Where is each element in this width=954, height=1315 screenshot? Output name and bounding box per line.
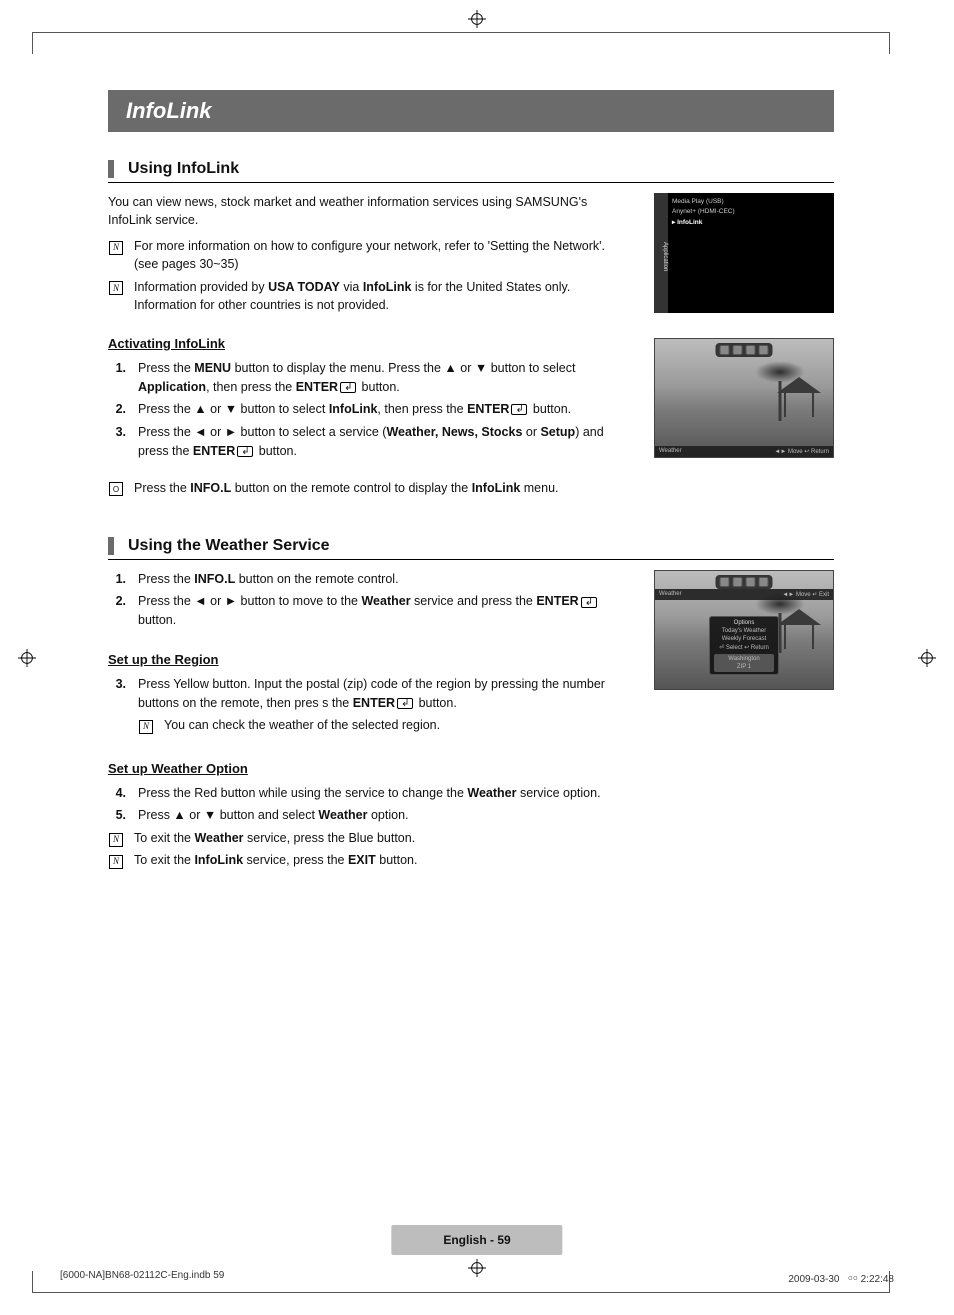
step-row: 1. Press the MENU button to display the … [108, 359, 626, 397]
note-icon: N [109, 833, 123, 847]
osd-options-item: Today's Weather [714, 627, 774, 635]
option-steps: 4. Press the Red button while using the … [108, 784, 626, 826]
step-row: 3. Press the ◄ or ► button to select a s… [108, 423, 626, 461]
registration-mark-icon [468, 10, 486, 28]
osd-zip-box: Washington ZIP 1 [714, 654, 774, 672]
crop-mark [32, 32, 33, 54]
note-icon: N [109, 855, 123, 869]
step-row: 2. Press the ▲ or ▼ button to select Inf… [108, 400, 626, 419]
note-icon: N [109, 241, 123, 255]
doc-footer-datetime: 2009-03-30 ￮￮ 2:22:48 [788, 1270, 894, 1285]
note-usa-today: N Information provided by USA TODAY via … [108, 278, 626, 314]
note-exit-weather: N To exit the Weather service, press the… [108, 829, 626, 847]
doc-footer-filename: [6000-NA]BN68-02112C-Eng.indb 59 [60, 1270, 224, 1285]
osd-menu-list: Media Play (USB) Anynet+ (HDMI-CEC) ▸ In… [672, 197, 830, 228]
crop-mark [889, 32, 890, 54]
activating-steps: 1. Press the MENU button to display the … [108, 359, 626, 461]
subheading-region: Set up the Region [108, 652, 626, 667]
osd-options-header: Options [714, 619, 774, 627]
osd-footer: Weather ◄► Move ↵ Exit [655, 589, 833, 600]
osd-menu-item: Media Play (USB) [672, 197, 830, 207]
intro-paragraph: You can view news, stock market and weat… [108, 193, 626, 229]
osd-options-item: Weekly Forecast [714, 635, 774, 643]
step-row: 4. Press the Red button while using the … [108, 784, 626, 803]
weather-steps: 1. Press the INFO.L button on the remote… [108, 570, 626, 630]
step-text: Press the ◄ or ► button to select a serv… [138, 423, 626, 461]
note-icon: N [139, 720, 153, 734]
document-footer: [6000-NA]BN68-02112C-Eng.indb 59 2009-03… [60, 1270, 894, 1285]
subheading-weather-option: Set up Weather Option [108, 761, 626, 776]
note-network: N For more information on how to configu… [108, 237, 626, 273]
step-text: Press ▲ or ▼ button and select Weather o… [138, 806, 626, 825]
osd-options-popup: Options Today's Weather Weekly Forecast … [709, 616, 779, 675]
osd-footer-left: Weather [659, 591, 682, 598]
region-steps: 3. Press Yellow button. Input the postal… [108, 675, 626, 739]
step-number: 4. [108, 784, 126, 803]
step-number: 5. [108, 806, 126, 825]
note-text: For more information on how to configure… [134, 237, 626, 273]
note-text: To exit the InfoLink service, press the … [134, 851, 417, 869]
remote-tip-text: Press the INFO.L button on the remote co… [134, 479, 559, 497]
crop-mark [32, 32, 890, 33]
step-text: Press Yellow button. Input the postal (z… [138, 675, 626, 739]
heading-accent [108, 160, 114, 178]
enter-icon [397, 698, 413, 709]
step-row: 2. Press the ◄ or ► button to move to th… [108, 592, 626, 630]
osd-screenshot-infolink-services: Weather ◄► Move ↩ Return [654, 338, 834, 458]
enter-icon [581, 597, 597, 608]
remote-icon: O [109, 482, 123, 496]
section-heading-weather-service: Using the Weather Service [108, 537, 834, 560]
subheading-activating: Activating InfoLink [108, 336, 626, 351]
osd-footer-right: ◄► Move ↩ Return [774, 448, 829, 455]
note-icon: N [109, 281, 123, 295]
section-heading-using-infolink: Using InfoLink [108, 160, 834, 183]
note-text: You can check the weather of the selecte… [164, 716, 440, 734]
remote-tip: O Press the INFO.L button on the remote … [108, 479, 626, 497]
crop-mark [32, 1271, 33, 1293]
osd-footer: Weather ◄► Move ↩ Return [655, 446, 833, 457]
osd-screenshot-weather-options: Weather ◄► Move ↵ Exit Options Today's W… [654, 570, 834, 690]
step-number: 1. [108, 570, 126, 589]
registration-mark-icon [918, 649, 936, 667]
step-text: Press the MENU button to display the men… [138, 359, 626, 397]
beach-hut-icon [777, 609, 821, 649]
step-text: Press the INFO.L button on the remote co… [138, 570, 626, 589]
osd-footer-left: Weather [659, 448, 682, 455]
page-number-footer: English - 59 [391, 1225, 562, 1255]
heading-text: Using InfoLink [128, 160, 239, 178]
osd-service-icons [716, 343, 773, 357]
osd-menu-item: Anynet+ (HDMI-CEC) [672, 207, 830, 217]
step-text: Press the ◄ or ► button to move to the W… [138, 592, 626, 630]
osd-options-hint: ⏎ Select ↩ Return [714, 643, 774, 652]
enter-icon [340, 382, 356, 393]
osd-menu-item-selected: ▸ InfoLink [672, 218, 830, 228]
step-number: 3. [108, 675, 126, 739]
step-row: 5. Press ▲ or ▼ button and select Weathe… [108, 806, 626, 825]
note-text: To exit the Weather service, press the B… [134, 829, 415, 847]
enter-icon [237, 446, 253, 457]
crop-mark [32, 1292, 890, 1293]
step-number: 1. [108, 359, 126, 397]
osd-sidebar-label: Application [654, 193, 668, 313]
step-number: 2. [108, 592, 126, 630]
chapter-title: InfoLink [108, 90, 834, 132]
osd-footer-right: ◄► Move ↵ Exit [782, 591, 829, 598]
note-exit-infolink: N To exit the InfoLink service, press th… [108, 851, 626, 869]
note-text: Information provided by USA TODAY via In… [134, 278, 626, 314]
step-text: Press the ▲ or ▼ button to select InfoLi… [138, 400, 626, 419]
step-row: 1. Press the INFO.L button on the remote… [108, 570, 626, 589]
enter-icon [511, 404, 527, 415]
osd-service-icons [716, 575, 773, 589]
step-number: 2. [108, 400, 126, 419]
step-row: 3. Press Yellow button. Input the postal… [108, 675, 626, 739]
step-text: Press the Red button while using the ser… [138, 784, 626, 803]
step-number: 3. [108, 423, 126, 461]
heading-text: Using the Weather Service [128, 537, 330, 555]
beach-hut-icon [777, 377, 821, 417]
osd-screenshot-application-menu: Application Media Play (USB) Anynet+ (HD… [654, 193, 834, 313]
registration-mark-icon [18, 649, 36, 667]
heading-accent [108, 537, 114, 555]
